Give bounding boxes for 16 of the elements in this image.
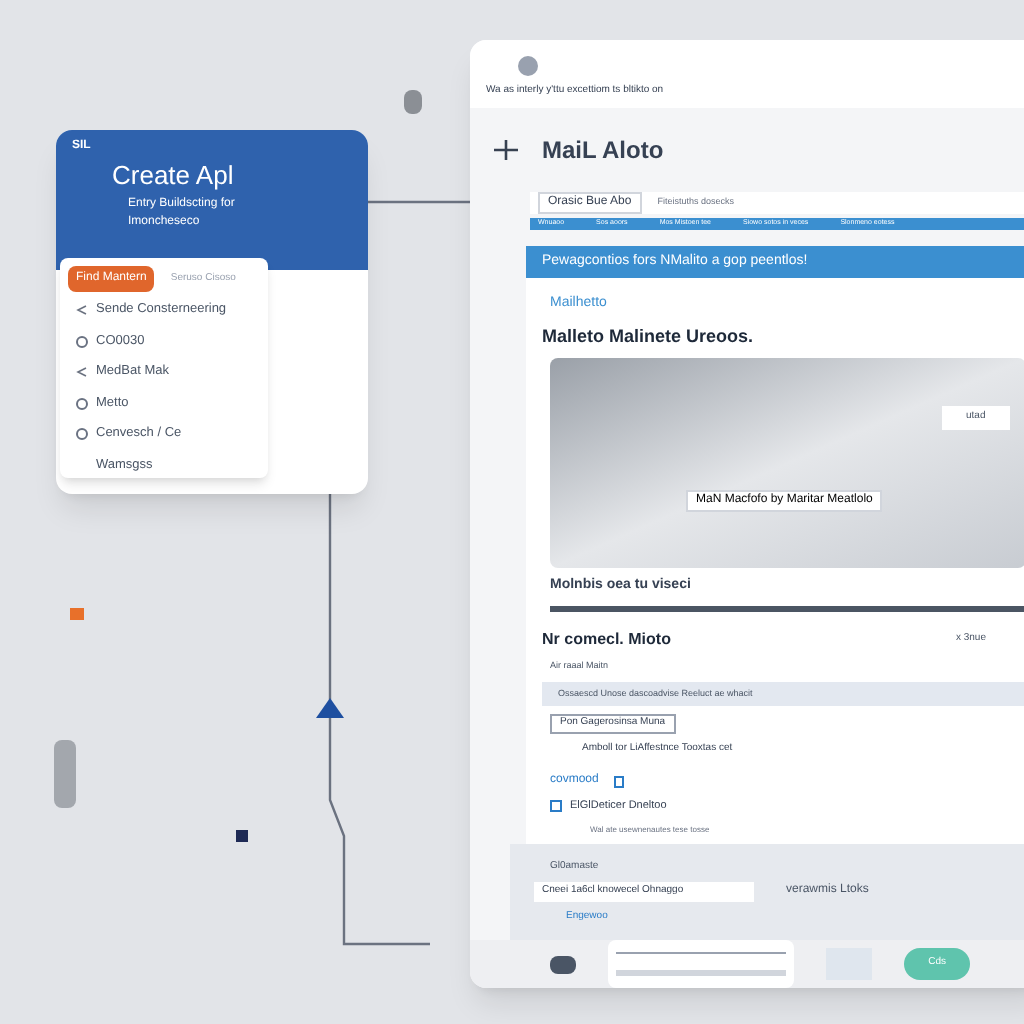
card-title: Create Apl	[110, 158, 236, 194]
radio-icon	[76, 335, 88, 348]
cylinder-shape	[54, 740, 76, 808]
chevron-left-icon	[76, 366, 88, 379]
subheading: Nr comecl. Mioto	[542, 627, 671, 652]
triangle-icon	[316, 698, 344, 718]
add-icon[interactable]	[494, 137, 518, 161]
page-heading: Malleto Malinete Ureoos.	[540, 323, 756, 350]
radio-icon	[76, 428, 88, 441]
square-shape	[70, 608, 84, 620]
chevron-left-icon	[76, 304, 88, 317]
square-shape	[236, 830, 248, 842]
radio-icon	[76, 397, 88, 410]
checkbox[interactable]	[550, 800, 562, 813]
window-title: MaiL Aloto	[542, 133, 664, 167]
text-field[interactable]	[607, 940, 794, 988]
